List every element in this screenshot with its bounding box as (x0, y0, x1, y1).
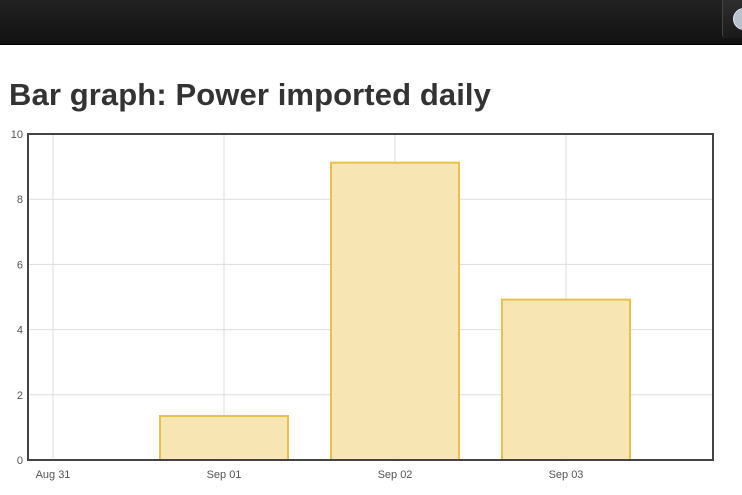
page-title: Bar graph: Power imported daily (9, 77, 491, 112)
top-navbar (0, 0, 742, 45)
x-tick-label: Sep 01 (207, 469, 242, 481)
bar-sep-01 (159, 414, 289, 461)
x-tick-label: Aug 31 (36, 469, 71, 481)
y-tick-label: 8 (17, 194, 23, 206)
bar-sep-02 (330, 161, 460, 462)
y-tick-label: 6 (17, 259, 23, 271)
toolbar-round-icon[interactable] (722, 0, 742, 38)
circle-icon (733, 8, 742, 30)
bar-chart: 0 2 4 6 8 10 Aug 31 Sep 01 Sep 02 Sep 03 (11, 129, 714, 481)
y-tick-label: 10 (11, 129, 23, 141)
y-tick-label: 4 (17, 325, 23, 337)
y-tick-label: 0 (17, 455, 23, 467)
bar-sep-03 (501, 298, 631, 461)
x-tick-label: Sep 02 (378, 469, 413, 481)
y-tick-label: 2 (17, 390, 23, 402)
x-tick-label: Sep 03 (549, 469, 584, 481)
